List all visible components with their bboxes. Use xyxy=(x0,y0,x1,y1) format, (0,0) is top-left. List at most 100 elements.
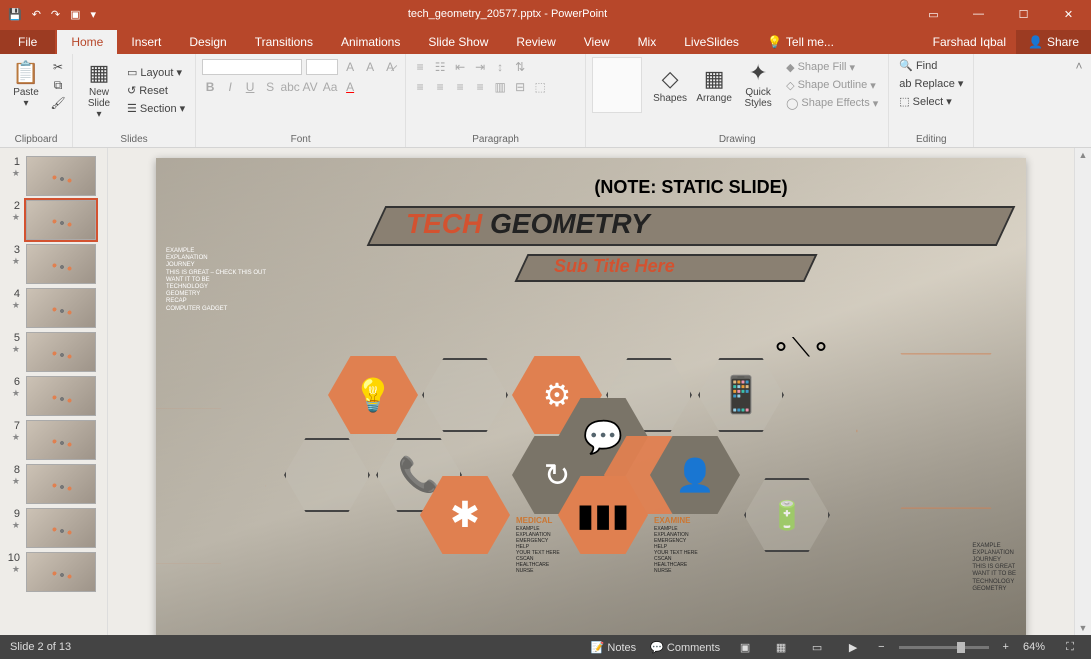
zoom-level[interactable]: 64% xyxy=(1023,641,1045,653)
bold-icon[interactable]: B xyxy=(202,79,218,95)
tab-mix[interactable]: Mix xyxy=(624,30,671,54)
hex-outline-large-left xyxy=(156,408,266,564)
tab-file[interactable]: File xyxy=(0,30,55,54)
replace-button[interactable]: ab Replace ▾ xyxy=(895,75,967,92)
tab-tellme[interactable]: 💡Tell me... xyxy=(753,30,848,54)
underline-icon[interactable]: U xyxy=(242,79,258,95)
smartart-icon[interactable]: ⬚ xyxy=(532,79,548,95)
slide-canvas-area[interactable]: (NOTE: STATIC SLIDE) TECH GEOMETRY Sub T… xyxy=(108,148,1074,635)
justify-icon[interactable]: ≡ xyxy=(472,79,488,95)
line-spacing-icon[interactable]: ↕ xyxy=(492,59,508,75)
scroll-up-icon[interactable]: ▲ xyxy=(1079,150,1088,160)
thumbnail-8[interactable] xyxy=(26,464,96,504)
tab-liveslides[interactable]: LiveSlides xyxy=(670,30,753,54)
minimize-icon[interactable]: — xyxy=(956,0,1001,28)
tab-insert[interactable]: Insert xyxy=(117,30,175,54)
tab-home[interactable]: Home xyxy=(57,30,117,54)
indent-dec-icon[interactable]: ⇤ xyxy=(452,59,468,75)
font-name-input[interactable] xyxy=(202,59,302,75)
notes-button[interactable]: 📝 Notes xyxy=(591,641,637,654)
comments-button[interactable]: 💬 Comments xyxy=(650,641,720,654)
grow-font-icon[interactable]: A xyxy=(342,59,358,75)
tab-view[interactable]: View xyxy=(570,30,624,54)
clear-format-icon[interactable]: A̷ xyxy=(382,59,398,75)
columns-icon[interactable]: ▥ xyxy=(492,79,508,95)
shapes-button[interactable]: ◇Shapes xyxy=(650,63,690,108)
arrange-button[interactable]: ▦Arrange xyxy=(694,63,734,108)
qat-more-icon[interactable]: ▾ xyxy=(91,8,97,21)
shape-fill-button[interactable]: ◆ Shape Fill ▾ xyxy=(782,59,882,76)
cut-icon[interactable]: ✂ xyxy=(50,59,66,75)
shrink-font-icon[interactable]: A xyxy=(362,59,378,75)
spacing-icon[interactable]: AV xyxy=(302,79,318,95)
select-button[interactable]: ⬚ Select ▾ xyxy=(895,93,967,110)
thumbnail-10[interactable] xyxy=(26,552,96,592)
right-explainer-text: EXAMPLE EXPLANATION JOURNEY THIS IS GREA… xyxy=(972,543,1016,593)
shadow-icon[interactable]: abc xyxy=(282,79,298,95)
strike-icon[interactable]: S xyxy=(262,79,278,95)
save-icon[interactable]: 💾 xyxy=(8,8,22,21)
tab-review[interactable]: Review xyxy=(502,30,569,54)
close-icon[interactable]: ✕ xyxy=(1046,0,1091,28)
tab-design[interactable]: Design xyxy=(175,30,240,54)
font-size-input[interactable] xyxy=(306,59,338,75)
thumbnail-3[interactable] xyxy=(26,244,96,284)
redo-icon[interactable]: ↷ xyxy=(51,8,60,21)
indent-inc-icon[interactable]: ⇥ xyxy=(472,59,488,75)
copy-icon[interactable]: ⧉ xyxy=(50,77,66,93)
slide-counter[interactable]: Slide 2 of 13 xyxy=(10,641,71,653)
zoom-slider[interactable] xyxy=(899,646,989,649)
slideshow-view-icon[interactable]: ▶ xyxy=(842,638,864,656)
new-slide-button[interactable]: ▦New Slide▾ xyxy=(79,57,119,124)
layout-button[interactable]: ▭ Layout ▾ xyxy=(123,64,189,81)
slide[interactable]: (NOTE: STATIC SLIDE) TECH GEOMETRY Sub T… xyxy=(156,158,1026,635)
section-button[interactable]: ☰ Section ▾ xyxy=(123,100,189,117)
find-button[interactable]: 🔍 Find xyxy=(895,57,967,74)
thumbnail-2[interactable] xyxy=(26,200,96,240)
tab-animations[interactable]: Animations xyxy=(327,30,414,54)
font-color-icon[interactable]: A xyxy=(342,79,358,95)
shape-outline-button[interactable]: ◇ Shape Outline ▾ xyxy=(782,77,882,94)
bullets-icon[interactable]: ≡ xyxy=(412,59,428,75)
thumbnail-5[interactable] xyxy=(26,332,96,372)
thumbnail-4[interactable] xyxy=(26,288,96,328)
tab-transitions[interactable]: Transitions xyxy=(241,30,327,54)
quick-styles-button[interactable]: ✦Quick Styles xyxy=(738,57,778,113)
fit-to-window-icon[interactable]: ⛶ xyxy=(1059,638,1081,656)
sorter-view-icon[interactable]: ▦ xyxy=(770,638,792,656)
normal-view-icon[interactable]: ▣ xyxy=(734,638,756,656)
thumbnail-1[interactable] xyxy=(26,156,96,196)
tab-slideshow[interactable]: Slide Show xyxy=(414,30,502,54)
thumbnail-9[interactable] xyxy=(26,508,96,548)
italic-icon[interactable]: I xyxy=(222,79,238,95)
collapse-ribbon-icon[interactable]: ˄ xyxy=(1071,58,1087,74)
reset-button[interactable]: ↺ Reset xyxy=(123,82,189,99)
thumbnail-6[interactable] xyxy=(26,376,96,416)
start-slideshow-icon[interactable]: ▣ xyxy=(70,8,80,21)
align-center-icon[interactable]: ≡ xyxy=(432,79,448,95)
align-text-icon[interactable]: ⊟ xyxy=(512,79,528,95)
case-icon[interactable]: Aa xyxy=(322,79,338,95)
format-painter-icon[interactable]: 🖌 xyxy=(50,95,66,111)
user-name[interactable]: Farshad Iqbal xyxy=(933,35,1006,49)
reading-view-icon[interactable]: ▭ xyxy=(806,638,828,656)
group-slides: ▦New Slide▾ ▭ Layout ▾ ↺ Reset ☰ Section… xyxy=(73,54,196,147)
align-right-icon[interactable]: ≡ xyxy=(452,79,468,95)
scroll-down-icon[interactable]: ▼ xyxy=(1079,623,1088,633)
slide-thumbnails[interactable]: 1★2★3★4★5★6★7★8★9★10★ xyxy=(0,148,108,635)
vertical-scrollbar[interactable]: ▲▼ xyxy=(1074,148,1091,635)
hex-battery: 🔋 xyxy=(742,476,832,554)
undo-icon[interactable]: ↶ xyxy=(32,8,41,21)
paste-button[interactable]: 📋Paste▾ xyxy=(6,57,46,113)
numbering-icon[interactable]: ☷ xyxy=(432,59,448,75)
align-left-icon[interactable]: ≡ xyxy=(412,79,428,95)
thumbnail-7[interactable] xyxy=(26,420,96,460)
zoom-in-icon[interactable]: + xyxy=(1003,641,1009,653)
maximize-icon[interactable]: ☐ xyxy=(1001,0,1046,28)
shape-effects-button[interactable]: ◯ Shape Effects ▾ xyxy=(782,95,882,112)
text-direction-icon[interactable]: ⇅ xyxy=(512,59,528,75)
share-button[interactable]: 👤Share xyxy=(1016,30,1091,54)
ribbon-options-icon[interactable]: ▭ xyxy=(911,0,956,28)
shapes-gallery[interactable] xyxy=(592,57,642,113)
zoom-out-icon[interactable]: − xyxy=(878,641,884,653)
